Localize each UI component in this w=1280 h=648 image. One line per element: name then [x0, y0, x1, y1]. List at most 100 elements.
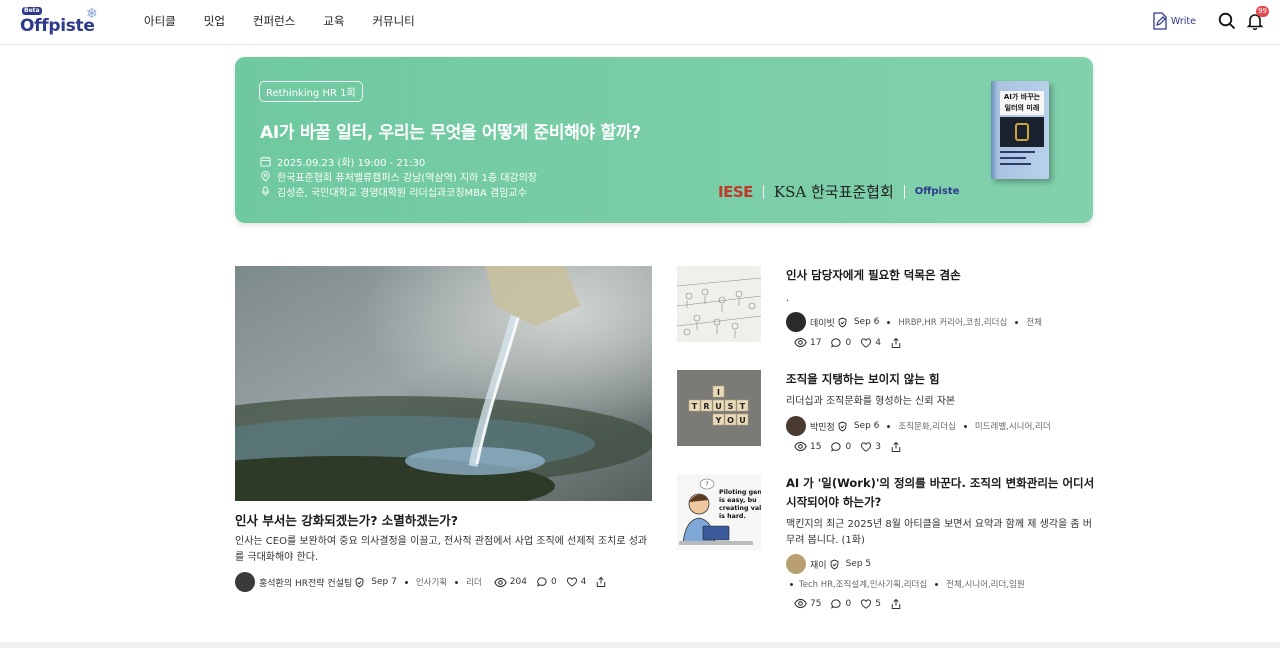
article-stats: 75 0 5	[794, 597, 911, 610]
likes-stat[interactable]: 4	[860, 337, 881, 349]
svg-text:S: S	[728, 402, 734, 411]
banner-location: 한국표준협회 퓨처밸류캠퍼스 강남(역삼역) 지하 1층 대강의장	[277, 173, 538, 184]
banner-speaker: 김성준, 국민대학교 경영대학원 리더십과코칭MBA 겸임교수	[277, 188, 527, 199]
divider	[762, 184, 764, 199]
verified-shield-icon	[829, 559, 840, 570]
article-meta: 박민정 Sep 6 조직문화,리더십 미드레벨,시니어,리더	[786, 416, 1051, 436]
share-icon	[595, 576, 607, 588]
verified-shield-icon	[837, 317, 848, 328]
post-date: Sep 7	[371, 577, 397, 587]
share-icon	[890, 598, 902, 610]
tag[interactable]: HRBP,HR 커리어,코칭,리더십	[898, 316, 1007, 328]
avatar[interactable]	[786, 554, 806, 574]
banner-speaker-row: 김성준, 국민대학교 경영대학원 리더십과코칭MBA 겸임교수	[260, 184, 527, 199]
article-stats: 17 0 4	[794, 336, 911, 349]
top-header: Beta Offpiste ❄ 아티클 밋업 컨퍼런스 교육 커뮤니티 Writ…	[0, 0, 1280, 45]
post-date: Sep 6	[853, 317, 880, 327]
comment-icon	[830, 598, 842, 610]
featured-article-image[interactable]	[235, 266, 652, 501]
post-date: Sep 6	[853, 421, 880, 431]
notification-count-badge: 99	[1256, 6, 1269, 17]
search-button[interactable]	[1216, 10, 1238, 32]
tag[interactable]: 리더	[466, 576, 482, 588]
share-icon	[890, 441, 902, 453]
tag[interactable]: 조직문화,리더십	[898, 420, 955, 432]
book-title: AI가 바꾸는 일터의 미래	[1000, 91, 1044, 115]
offpiste-partner-logo: Offpiste	[914, 186, 960, 197]
tag[interactable]: 인사기획	[416, 576, 447, 588]
event-banner[interactable]: Rethinking HR 1회 AI가 바꿀 일터, 우리는 무엇을 어떻게 …	[235, 57, 1093, 223]
tag[interactable]: 전체,시니어,리더,임원	[946, 578, 1025, 590]
article-thumbnail[interactable]: I TRUST YOU	[677, 370, 761, 446]
tag[interactable]: Tech HR,조직설계,인사기획,리더십	[799, 578, 927, 590]
microphone-icon	[261, 186, 270, 197]
svg-text:T: T	[692, 402, 698, 411]
article-thumbnail[interactable]	[677, 266, 761, 342]
tag[interactable]: 전체	[1026, 316, 1042, 328]
nav-meetups[interactable]: 밋업	[204, 13, 225, 29]
views-stat: 204	[494, 576, 527, 589]
article-title[interactable]: 인사 담당자에게 필요한 덕목은 겸손	[786, 266, 1096, 285]
article-title[interactable]: 조직을 지탱하는 보이지 않는 힘	[786, 370, 1096, 389]
tag[interactable]: 미드레벨,시니어,리더	[975, 420, 1051, 432]
notifications-button[interactable]: 99	[1244, 6, 1269, 32]
book-cover-image: AI가 바꾸는 일터의 미래	[991, 81, 1049, 179]
article-title[interactable]: AI 가 '일(Work)'의 정의를 바꾼다. 조직의 변화관리는 어디서 시…	[786, 474, 1096, 512]
nav-education[interactable]: 교육	[323, 13, 344, 29]
nav-conferences[interactable]: 컨퍼런스	[253, 13, 295, 29]
comments-stat[interactable]: 0	[830, 598, 851, 610]
share-button[interactable]	[890, 598, 902, 610]
share-button[interactable]	[890, 337, 902, 349]
article-desc: 맥킨지의 최근 2025년 8월 아티클을 보면서 요약과 함께 제 생각을 좀…	[786, 519, 1092, 546]
share-button[interactable]	[595, 576, 607, 588]
likes-stat[interactable]: 3	[860, 441, 881, 453]
partner-logos: IESE KSA 한국표준협회 Offpiste	[718, 181, 959, 202]
featured-article-meta: 홍석환의 HR전략 컨설팅 Sep 7 인사기획 리더 204 0 4	[235, 572, 616, 592]
article-tags: Tech HR,조직설계,인사기획,리더십 전체,시니어,리더,임원	[786, 578, 1025, 590]
divider	[903, 184, 905, 199]
svg-text:R: R	[703, 402, 709, 411]
offpiste-logo[interactable]: Beta Offpiste ❄	[20, 6, 106, 37]
logo-text: Offpiste	[20, 16, 95, 36]
avatar[interactable]	[235, 572, 255, 592]
article-stats: 15 0 3	[794, 440, 911, 453]
header-actions: Write 99	[1152, 6, 1269, 33]
nav-community[interactable]: 커뮤니티	[372, 13, 414, 29]
comments-stat[interactable]: 0	[830, 441, 851, 453]
featured-article-desc: 인사는 CEO를 보완하여 중요 의사결정을 이끌고, 전사적 관점에서 사업 …	[235, 536, 648, 563]
footer-divider	[0, 642, 1280, 648]
featured-article-title[interactable]: 인사 부서는 강화되겠는가? 소멸하겠는가?	[235, 510, 458, 529]
comments-stat[interactable]: 0	[830, 337, 851, 349]
likes-stat[interactable]: 4	[566, 576, 586, 588]
banner-title: AI가 바꿀 일터, 우리는 무엇을 어떻게 준비해야 할까?	[260, 123, 641, 143]
avatar[interactable]	[786, 416, 806, 436]
share-icon	[890, 337, 902, 349]
author-name[interactable]: 박민정	[810, 420, 835, 433]
article-meta: 데이빗 Sep 6 HRBP,HR 커리어,코칭,리더십 전체	[786, 312, 1042, 332]
comment-icon	[536, 576, 548, 588]
search-icon	[1218, 12, 1236, 30]
author-name[interactable]: 재이	[810, 558, 827, 571]
author-name[interactable]: 데이빗	[810, 316, 835, 329]
article-thumbnail[interactable]: ? Piloting gen is easy, bu creating val …	[677, 474, 761, 550]
svg-text:Y: Y	[715, 416, 722, 425]
article-desc: 리더십과 조직문화를 형성하는 신뢰 자본	[786, 396, 956, 407]
heart-icon	[860, 441, 872, 453]
share-button[interactable]	[890, 441, 902, 453]
calendar-icon	[260, 156, 271, 167]
verified-shield-icon	[354, 577, 365, 588]
ksa-logo: KSA 한국표준협회	[773, 183, 894, 201]
author-name[interactable]: 홍석환의 HR전략 컨설팅	[259, 576, 352, 589]
write-button[interactable]: Write	[1152, 12, 1196, 30]
svg-text:I: I	[717, 388, 720, 397]
banner-date: 2025.09.23 (화) 19:00 - 21:30	[277, 158, 426, 169]
nav-articles[interactable]: 아티클	[144, 13, 176, 29]
article-desc: .	[786, 293, 790, 304]
views-stat: 75	[794, 597, 821, 610]
likes-stat[interactable]: 5	[860, 598, 881, 610]
post-date: Sep 5	[845, 559, 872, 569]
avatar[interactable]	[786, 312, 806, 332]
article-meta: 재이 Sep 5	[786, 554, 871, 574]
comments-stat[interactable]: 0	[536, 576, 557, 588]
svg-text:O: O	[727, 416, 734, 425]
